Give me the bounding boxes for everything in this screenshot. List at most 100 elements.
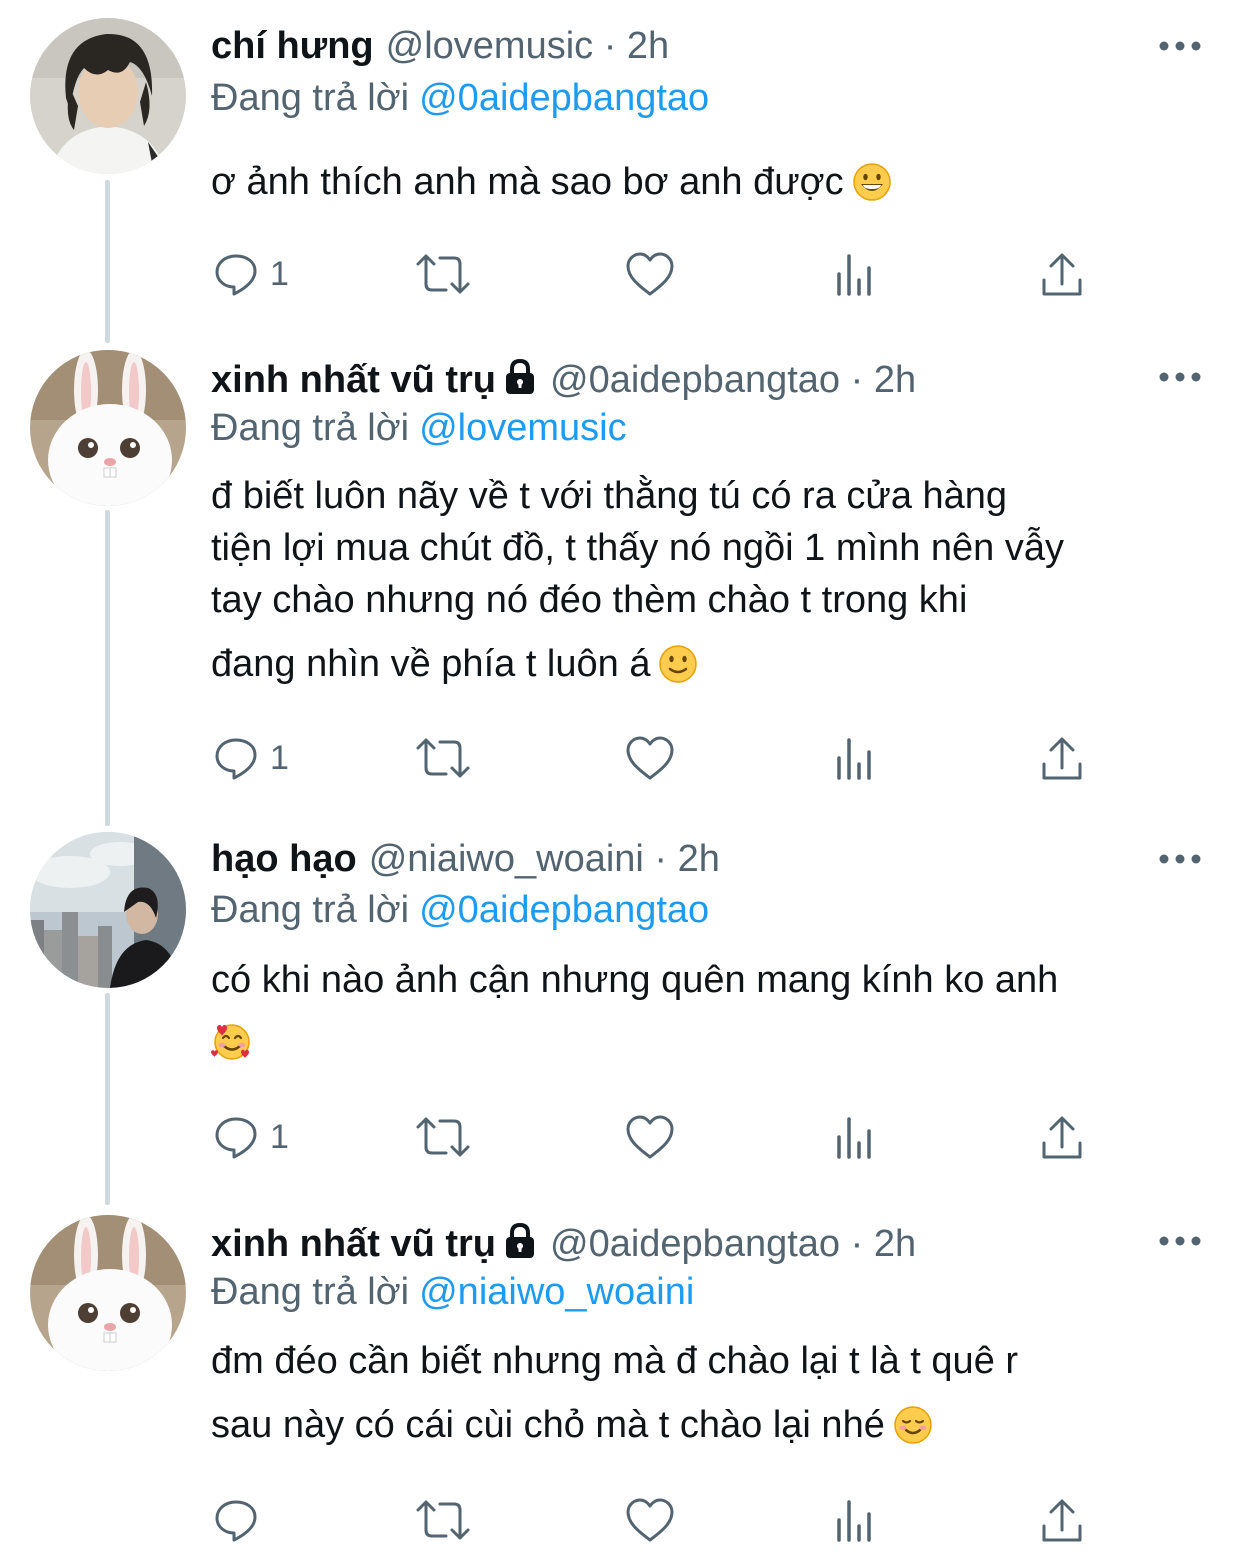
more-options-icon[interactable] [1158,36,1202,56]
tweet[interactable]: chí hưng @lovemusic · 2h Đang trả lời @0ai… [0,0,1242,340]
share-icon [1042,253,1082,296]
like-button[interactable] [624,730,676,786]
more-options-icon[interactable] [1158,367,1202,387]
replying-to: Đang trả lời @0aidepbangtao [211,884,709,936]
grinning-face-icon [852,162,892,216]
retweet-icon [416,254,470,294]
retweet-button[interactable] [414,246,472,302]
person-photo-icon [30,18,186,174]
smiling-face-with-hearts-icon [211,1020,253,1076]
heart-icon [626,1498,674,1542]
display-name[interactable]: xinh nhất vũ trụ [211,359,496,401]
views-icon [837,738,871,780]
replying-to-label: Đang trả lời [211,1271,410,1313]
views-icon [837,254,871,296]
share-icon [1042,737,1082,780]
tweet-text-line: tiện lợi mua chút đồ, t thấy nó ngồi 1 m… [211,527,1064,569]
tweet[interactable]: hạo hạo @niaiwo_woaini · 2h Đang trả lời @… [0,820,1242,1205]
views-button[interactable] [834,1109,878,1165]
views-button[interactable] [834,246,878,302]
like-button[interactable] [624,1109,676,1165]
username[interactable]: @0aidepbangtao [550,359,840,401]
retweet-button[interactable] [414,1109,472,1165]
views-button[interactable] [834,730,878,786]
reply-count: 1 [270,1117,289,1156]
retweet-button[interactable] [414,730,472,786]
avatar[interactable] [30,1215,186,1371]
mention-link[interactable]: @lovemusic [419,407,627,449]
share-button[interactable] [1040,246,1084,302]
tweet-header: xinh nhất vũ trụ @0aidepbangtao · 2h [211,1218,916,1270]
share-icon [1042,1116,1082,1159]
tweet-actions [0,1492,1242,1548]
replying-to-label: Đang trả lời [211,407,410,449]
like-button[interactable] [624,1492,676,1548]
heart-icon [626,252,674,296]
tweet-text-line: đm đéo cần biết nhưng mà đ chào lại t là… [211,1340,1019,1382]
tweet-text-line: có khi nào ảnh cận nhưng quên mang kính … [211,959,1059,1001]
time-separator: · [603,25,617,67]
mention-link[interactable]: @niaiwo_woaini [419,1271,694,1313]
retweet-icon [416,738,470,778]
time-separator: · [850,1223,864,1265]
tweet-text: ơ ảnh thích anh mà sao bơ anh được [211,156,1211,216]
username[interactable]: @0aidepbangtao [550,1223,840,1265]
share-button[interactable] [1040,1109,1084,1165]
tweet-text-line [211,1016,1211,1076]
tweet[interactable]: xinh nhất vũ trụ @0aidepbangtao · 2h Đang… [0,340,1242,820]
avatar[interactable] [30,832,186,988]
timestamp[interactable]: 2h [627,25,669,67]
avatar[interactable] [30,18,186,174]
views-icon [837,1500,871,1542]
white-bunny-icon [30,1215,186,1371]
smiling-face-icon [893,1405,933,1459]
tweet-text-line: đ biết luôn nãy về t với thằng tú có ra … [211,475,1008,517]
display-name[interactable]: xinh nhất vũ trụ [211,1223,496,1265]
share-button[interactable] [1040,1492,1084,1548]
timestamp[interactable]: 2h [874,359,916,401]
tweet-actions: 1 [0,730,1242,786]
tweet-text: có khi nào ảnh cận nhưng quên mang kính … [211,954,1211,1076]
retweet-icon [416,1117,470,1157]
tweet-text-line: ơ ảnh thích anh mà sao bơ anh được [211,156,1211,216]
reply-icon [215,1500,257,1542]
city-skyline-photo-icon [30,832,186,988]
slightly-smiling-face-icon [658,644,698,698]
tweet[interactable]: xinh nhất vũ trụ @0aidepbangtao · 2h Đang… [0,1205,1242,1556]
reply-icon [215,738,257,780]
tweet-text-line: sau này có cái cùi chỏ mà t chào lại nhé [211,1399,1211,1459]
tweet-text-line: tay chào nhưng nó đéo thèm chào t trong … [211,579,968,621]
retweet-icon [416,1500,470,1540]
timestamp[interactable]: 2h [678,838,720,880]
share-button[interactable] [1040,730,1084,786]
reply-button[interactable] [212,1492,270,1548]
display-name[interactable]: hạo hạo [211,838,357,880]
share-icon [1042,1499,1082,1542]
time-separator: · [654,838,668,880]
tweet-header: xinh nhất vũ trụ @0aidepbangtao · 2h [211,354,916,406]
mention-link[interactable]: @0aidepbangtao [419,77,709,119]
avatar[interactable] [30,350,186,506]
reply-icon [215,254,257,296]
timestamp[interactable]: 2h [874,1223,916,1265]
more-options-icon[interactable] [1158,849,1202,869]
replying-to: Đang trả lời @niaiwo_woaini [211,1266,694,1318]
like-button[interactable] [624,246,676,302]
more-options-icon[interactable] [1158,1231,1202,1251]
heart-icon [626,1115,674,1159]
display-name[interactable]: chí hưng [211,25,374,67]
reply-count: 1 [270,738,289,777]
reply-button[interactable]: 1 [212,1109,289,1165]
replying-to-label: Đang trả lời [211,77,410,119]
replying-to: Đang trả lời @lovemusic [211,402,627,454]
views-icon [837,1117,871,1159]
replying-to-label: Đang trả lời [211,889,410,931]
reply-button[interactable]: 1 [212,246,289,302]
reply-button[interactable]: 1 [212,730,289,786]
views-button[interactable] [834,1492,878,1548]
tweet-header: hạo hạo @niaiwo_woaini · 2h [211,833,720,885]
username[interactable]: @niaiwo_woaini [369,838,644,880]
mention-link[interactable]: @0aidepbangtao [419,889,709,931]
retweet-button[interactable] [414,1492,472,1548]
username[interactable]: @lovemusic [386,25,594,67]
